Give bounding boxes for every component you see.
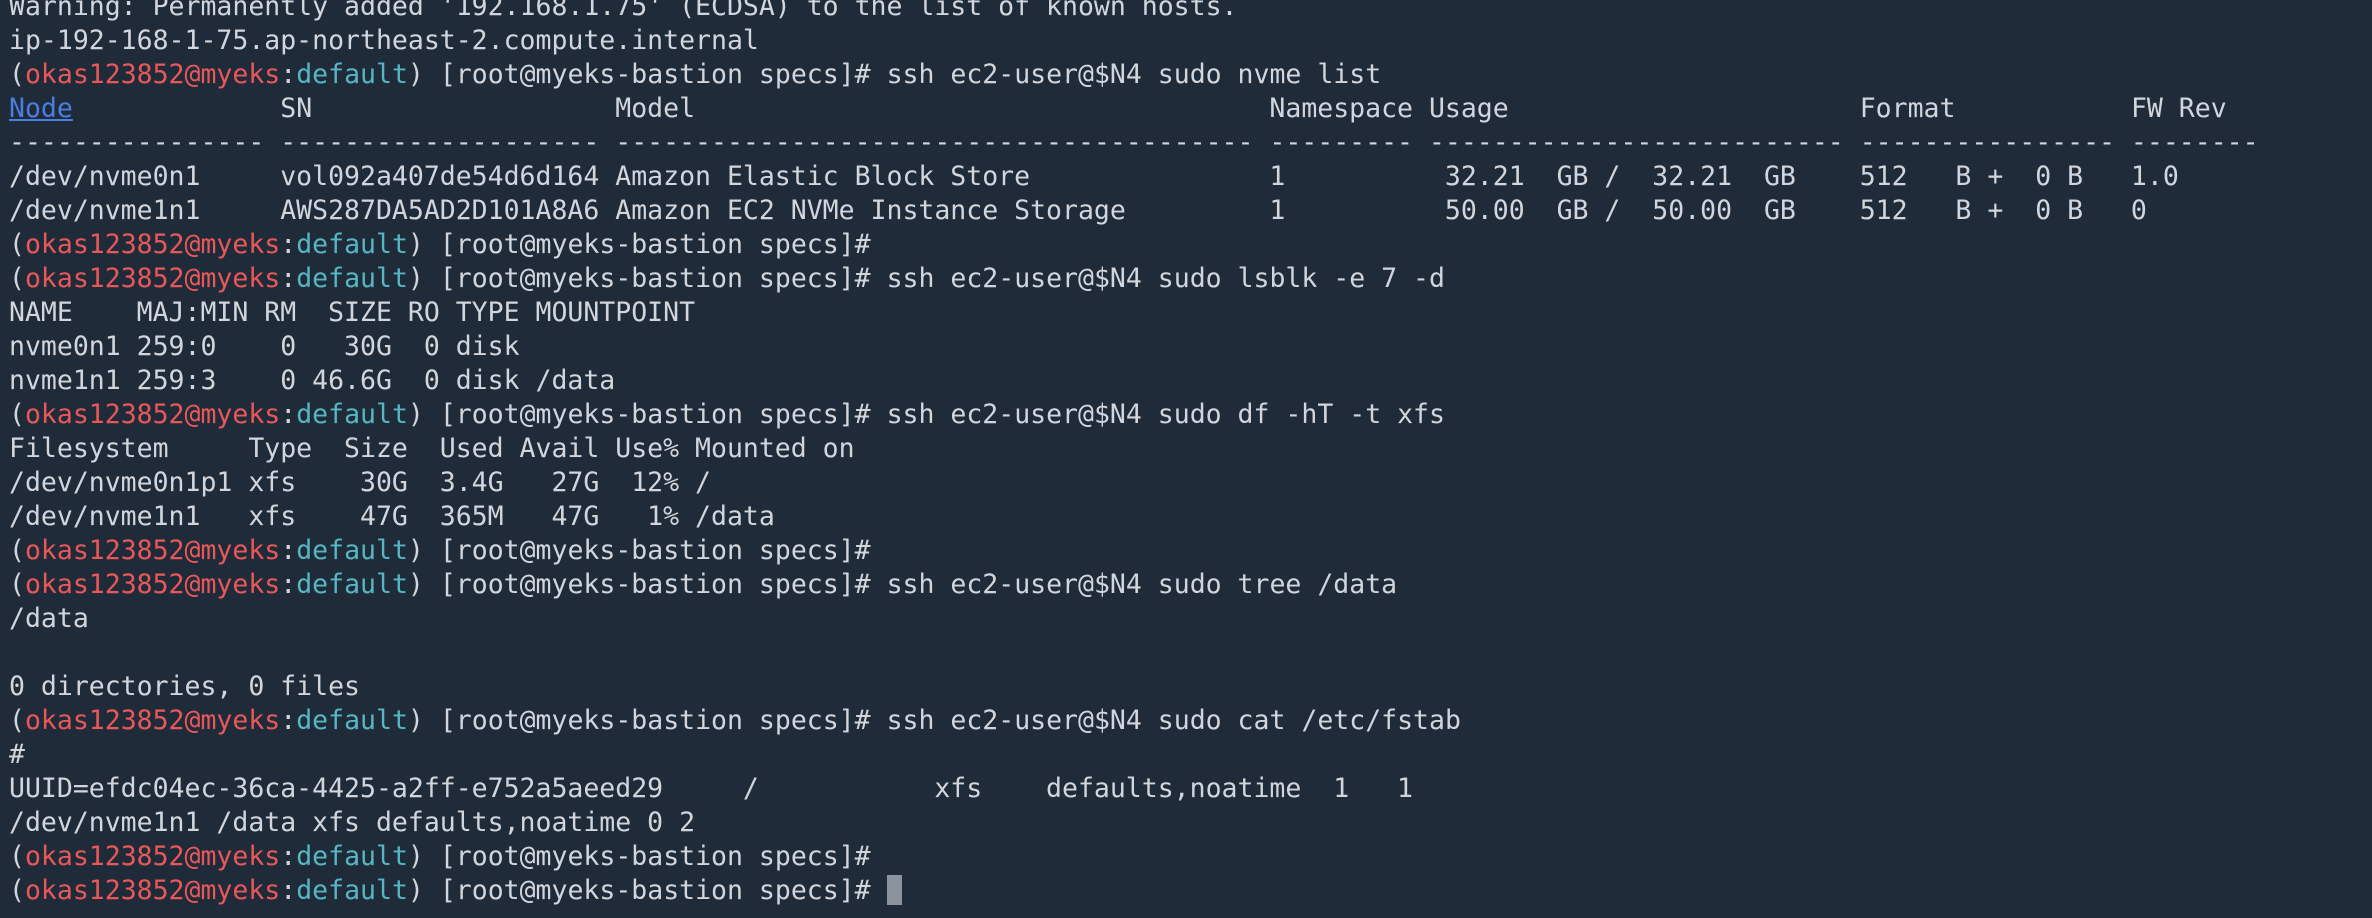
prompt-paren: ( — [9, 705, 25, 736]
prompt-user: okas123852@myeks — [24, 399, 281, 430]
prompt-line: (okas123852@myeks:default) [root@myeks-b… — [9, 58, 2372, 92]
prompt-user: okas123852@myeks — [24, 705, 281, 736]
prompt-context: default — [296, 875, 408, 906]
prompt-paren: ( — [9, 229, 25, 260]
prompt-line: (okas123852@myeks:default) [root@myeks-b… — [9, 262, 2372, 296]
output-line: Warning: Permanently added '192.168.1.75… — [9, 0, 1238, 22]
output-line: /dev/nvme1n1 AWS287DA5AD2D101A8A6 Amazon… — [9, 195, 2147, 226]
prompt-separator: : — [280, 875, 297, 906]
prompt-separator: : — [280, 59, 297, 90]
prompt-shell: [root@myeks-bastion specs]# — [439, 399, 871, 430]
command-text: ssh ec2-user@$N4 sudo df -hT -t xfs — [870, 399, 1445, 430]
prompt-user: okas123852@myeks — [24, 569, 281, 600]
prompt-separator: : — [280, 263, 297, 294]
terminal-cursor[interactable] — [886, 875, 902, 905]
output-line: /dev/nvme0n1p1 xfs 30G 3.4G 27G 12% / — [9, 467, 711, 498]
terminal-window[interactable]: Warning: Permanently added '192.168.1.75… — [0, 0, 2372, 918]
terminal-output: Warning: Permanently added '192.168.1.75… — [9, 0, 2372, 908]
prompt-context: default — [296, 399, 408, 430]
nvme-table-header: Node SN Model Namespace Usage Format FW … — [9, 92, 2372, 126]
prompt-separator: : — [280, 705, 297, 736]
command-text: ssh ec2-user@$N4 sudo lsblk -e 7 -d — [870, 263, 1445, 294]
prompt-context: default — [296, 569, 408, 600]
output-line: NAME MAJ:MIN RM SIZE RO TYPE MOUNTPOINT — [9, 297, 696, 328]
prompt-line: (okas123852@myeks:default) [root@myeks-b… — [9, 568, 2372, 602]
output-line: nvme0n1 259:0 0 30G 0 disk — [9, 331, 520, 362]
prompt-user: okas123852@myeks — [24, 841, 281, 872]
prompt-user: okas123852@myeks — [24, 875, 281, 906]
prompt-shell: [root@myeks-bastion specs]# — [439, 59, 871, 90]
prompt-paren: ( — [9, 569, 25, 600]
prompt-paren: ) — [407, 59, 440, 90]
prompt-line: (okas123852@myeks:default) [root@myeks-b… — [9, 534, 2372, 568]
prompt-separator: : — [280, 229, 297, 260]
prompt-context: default — [296, 263, 408, 294]
prompt-separator: : — [280, 569, 297, 600]
prompt-context: default — [296, 841, 408, 872]
prompt-shell: [root@myeks-bastion specs]# — [439, 705, 871, 736]
prompt-paren: ( — [9, 399, 25, 430]
prompt-shell: [root@myeks-bastion specs]# — [439, 841, 871, 872]
command-text: ssh ec2-user@$N4 sudo cat /etc/fstab — [870, 705, 1461, 736]
output-line: 0 directories, 0 files — [9, 671, 360, 702]
prompt-context: default — [296, 59, 408, 90]
output-line: # — [9, 739, 25, 770]
prompt-user: okas123852@myeks — [24, 263, 281, 294]
prompt-user: okas123852@myeks — [24, 535, 281, 566]
output-line: ip-192-168-1-75.ap-northeast-2.compute.i… — [9, 25, 759, 56]
header-text: SN Model Namespace Usage Format FW Rev — [72, 93, 2227, 124]
command-text: ssh ec2-user@$N4 sudo tree /data — [870, 569, 1398, 600]
prompt-user: okas123852@myeks — [24, 59, 281, 90]
output-line: Filesystem Type Size Used Avail Use% Mou… — [9, 433, 855, 464]
output-line: UUID=efdc04ec-36ca-4425-a2ff-e752a5aeed2… — [9, 773, 1413, 804]
prompt-paren: ( — [9, 263, 25, 294]
command-text: ssh ec2-user@$N4 sudo nvme list — [870, 59, 1382, 90]
output-line: /dev/nvme1n1 xfs 47G 365M 47G 1% /data — [9, 501, 775, 532]
prompt-shell: [root@myeks-bastion specs]# — [439, 229, 871, 260]
prompt-paren: ) — [407, 875, 440, 906]
prompt-paren: ) — [407, 569, 440, 600]
prompt-context: default — [296, 535, 408, 566]
prompt-paren: ) — [407, 535, 440, 566]
prompt-line: (okas123852@myeks:default) [root@myeks-b… — [9, 874, 2372, 908]
prompt-context: default — [296, 229, 408, 260]
prompt-shell: [root@myeks-bastion specs]# — [439, 569, 871, 600]
prompt-shell: [root@myeks-bastion specs]# — [439, 535, 871, 566]
prompt-paren: ( — [9, 535, 25, 566]
prompt-line: (okas123852@myeks:default) [root@myeks-b… — [9, 840, 2372, 874]
prompt-paren: ) — [407, 399, 440, 430]
output-line: /data — [9, 603, 89, 634]
node-column-link[interactable]: Node — [9, 93, 73, 124]
prompt-paren: ) — [407, 229, 440, 260]
output-line: /dev/nvme1n1 /data xfs defaults,noatime … — [9, 807, 696, 838]
output-line: nvme1n1 259:3 0 46.6G 0 disk /data — [9, 365, 616, 396]
output-line: ---------------- -------------------- --… — [9, 127, 2259, 158]
prompt-paren: ) — [407, 263, 440, 294]
prompt-line: (okas123852@myeks:default) [root@myeks-b… — [9, 228, 2372, 262]
prompt-paren: ( — [9, 59, 25, 90]
prompt-paren: ( — [9, 841, 25, 872]
prompt-line: (okas123852@myeks:default) [root@myeks-b… — [9, 398, 2372, 432]
prompt-user: okas123852@myeks — [24, 229, 281, 260]
prompt-paren: ) — [407, 705, 440, 736]
output-line: /dev/nvme0n1 vol092a407de54d6d164 Amazon… — [9, 161, 2179, 192]
prompt-paren: ) — [407, 841, 440, 872]
prompt-shell: [root@myeks-bastion specs]# — [439, 263, 871, 294]
prompt-paren: ( — [9, 875, 25, 906]
prompt-line: (okas123852@myeks:default) [root@myeks-b… — [9, 704, 2372, 738]
prompt-shell: [root@myeks-bastion specs]# — [439, 875, 871, 906]
prompt-separator: : — [280, 535, 297, 566]
prompt-context: default — [296, 705, 408, 736]
command-text — [871, 875, 887, 906]
prompt-separator: : — [280, 399, 297, 430]
prompt-separator: : — [280, 841, 297, 872]
